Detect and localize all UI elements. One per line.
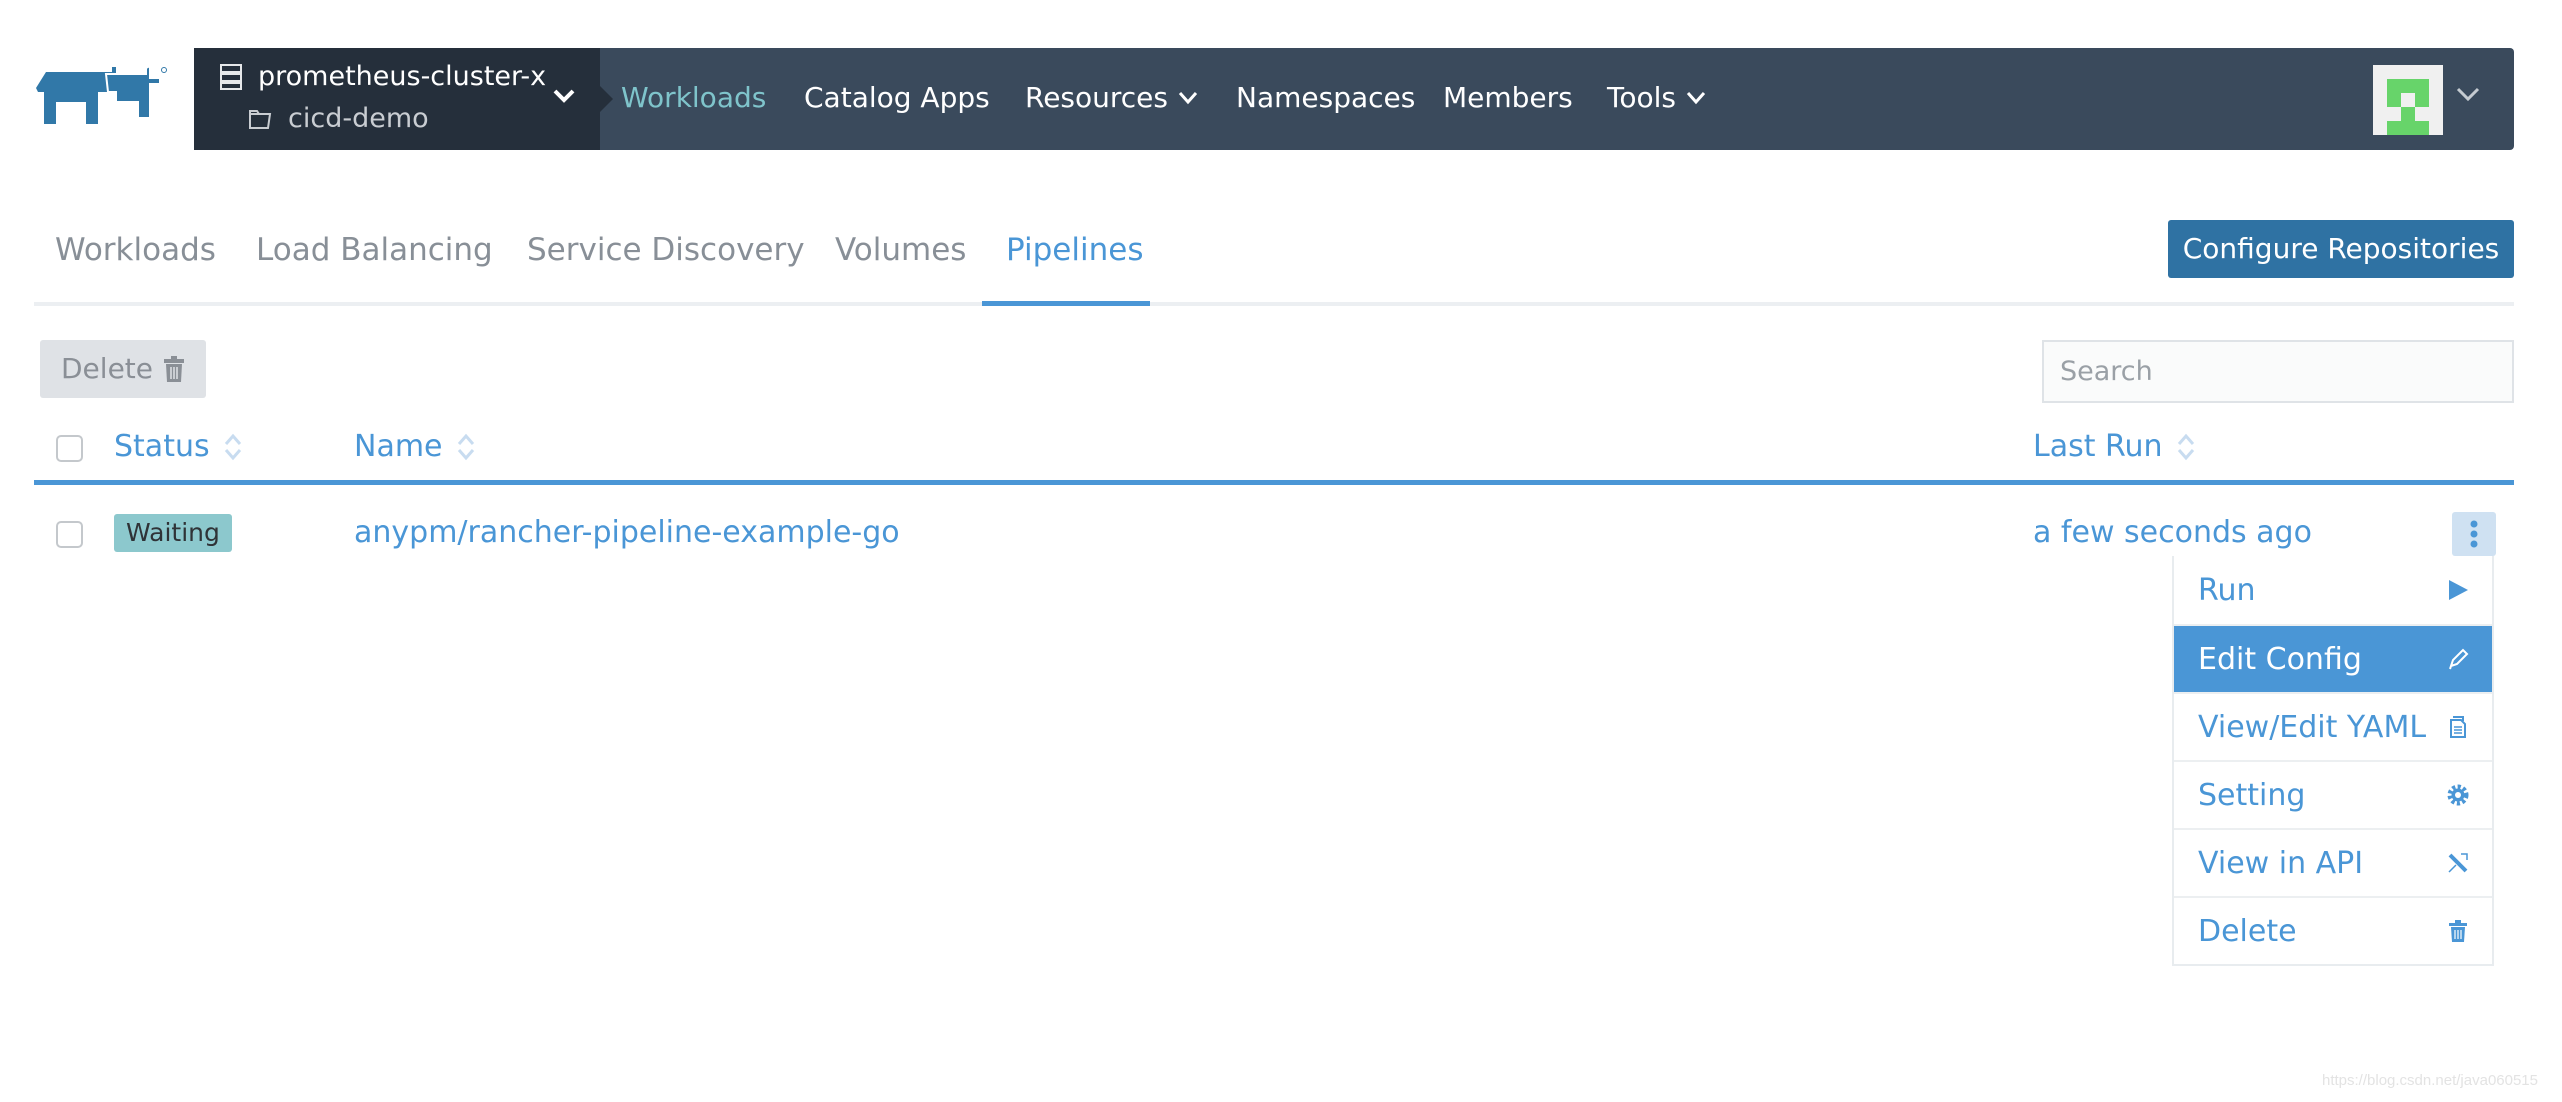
menu-item-label: Edit Config: [2198, 641, 2362, 677]
column-name-label: Name: [354, 429, 443, 464]
menu-item-setting[interactable]: Setting: [2174, 760, 2492, 828]
nav-namespaces[interactable]: Namespaces: [1236, 78, 1415, 118]
nav-workloads[interactable]: Workloads: [621, 78, 766, 118]
row-actions-button[interactable]: [2452, 512, 2496, 556]
kebab-icon: [2470, 520, 2478, 548]
menu-item-view-in-api[interactable]: View in API: [2174, 828, 2492, 896]
menu-item-label: Setting: [2198, 777, 2306, 813]
column-header-name[interactable]: Name: [354, 426, 475, 468]
row-checkbox[interactable]: [56, 521, 83, 548]
pipeline-name-link[interactable]: anypm/rancher-pipeline-example-go: [354, 512, 900, 554]
project-name[interactable]: cicd-demo: [288, 102, 429, 136]
active-tab-indicator: [982, 301, 1150, 306]
chevron-down-icon: [1686, 92, 1706, 105]
watermark-text: https://blog.csdn.net/java060515: [2322, 1072, 2538, 1089]
bulk-delete-button[interactable]: Delete: [40, 340, 206, 398]
menu-item-label: Run: [2198, 572, 2256, 608]
subtab-pipelines[interactable]: Pipelines: [1006, 228, 1143, 272]
user-avatar[interactable]: [2373, 65, 2443, 135]
external-link-icon: [2448, 853, 2468, 873]
nav-resources-label: Resources: [1025, 81, 1168, 114]
nav-catalog-apps-label: Catalog Apps: [804, 81, 990, 114]
gear-icon: [2447, 784, 2469, 806]
chevron-down-icon[interactable]: [552, 88, 576, 104]
nav-resources[interactable]: Resources: [1025, 78, 1198, 118]
nav-namespaces-label: Namespaces: [1236, 81, 1416, 114]
menu-item-delete[interactable]: Delete: [2174, 896, 2492, 964]
chevron-down-icon[interactable]: [2455, 86, 2481, 104]
nav-members[interactable]: Members: [1443, 78, 1573, 118]
folder-icon: [249, 110, 272, 129]
column-status-label: Status: [114, 429, 210, 464]
subtab-load-balancing[interactable]: Load Balancing: [256, 228, 493, 272]
menu-item-run[interactable]: Run: [2174, 556, 2492, 624]
column-header-status[interactable]: Status: [114, 426, 242, 468]
trash-icon: [2449, 920, 2467, 942]
search-input[interactable]: [2042, 340, 2514, 403]
last-run-time: a few seconds ago: [2033, 515, 2312, 550]
menu-item-edit-config[interactable]: Edit Config: [2174, 624, 2492, 692]
cluster-switcher-notch: [600, 86, 613, 112]
subtab-divider: [34, 302, 2514, 306]
configure-repositories-button[interactable]: Configure Repositories: [2168, 220, 2514, 278]
play-icon: [2449, 580, 2468, 600]
pencil-icon: [2449, 648, 2469, 670]
column-header-last-run[interactable]: Last Run: [2033, 426, 2195, 468]
nav-catalog-apps[interactable]: Catalog Apps: [804, 78, 990, 118]
menu-item-label: View in API: [2198, 845, 2364, 881]
cluster-name[interactable]: prometheus-cluster-x: [258, 60, 546, 94]
status-badge: Waiting: [114, 514, 232, 552]
subtab-volumes[interactable]: Volumes: [835, 228, 966, 272]
menu-item-label: View/Edit YAML: [2198, 709, 2427, 745]
subtab-workloads[interactable]: Workloads: [55, 228, 216, 272]
bulk-delete-label: Delete: [61, 352, 153, 385]
menu-item-label: Delete: [2198, 913, 2297, 949]
table-header-divider: [34, 480, 2514, 485]
column-last-run-label: Last Run: [2033, 429, 2163, 464]
row-actions-menu: Run Edit Config View/Edit YAML Setting V…: [2172, 556, 2494, 966]
subtab-service-discovery[interactable]: Service Discovery: [527, 228, 805, 272]
rancher-logo[interactable]: [34, 66, 170, 132]
sort-icon: [457, 433, 474, 461]
file-icon: [2450, 716, 2466, 738]
chevron-down-icon: [1178, 92, 1198, 105]
server-icon: [220, 64, 242, 90]
menu-item-view-edit-yaml[interactable]: View/Edit YAML: [2174, 692, 2492, 760]
sort-icon: [224, 433, 241, 461]
sort-icon: [2177, 433, 2194, 461]
nav-tools[interactable]: Tools: [1607, 78, 1706, 118]
trash-icon: [164, 356, 184, 382]
select-all-checkbox[interactable]: [56, 435, 83, 462]
nav-workloads-label: Workloads: [621, 81, 767, 114]
nav-members-label: Members: [1443, 81, 1573, 114]
nav-tools-label: Tools: [1607, 81, 1676, 114]
